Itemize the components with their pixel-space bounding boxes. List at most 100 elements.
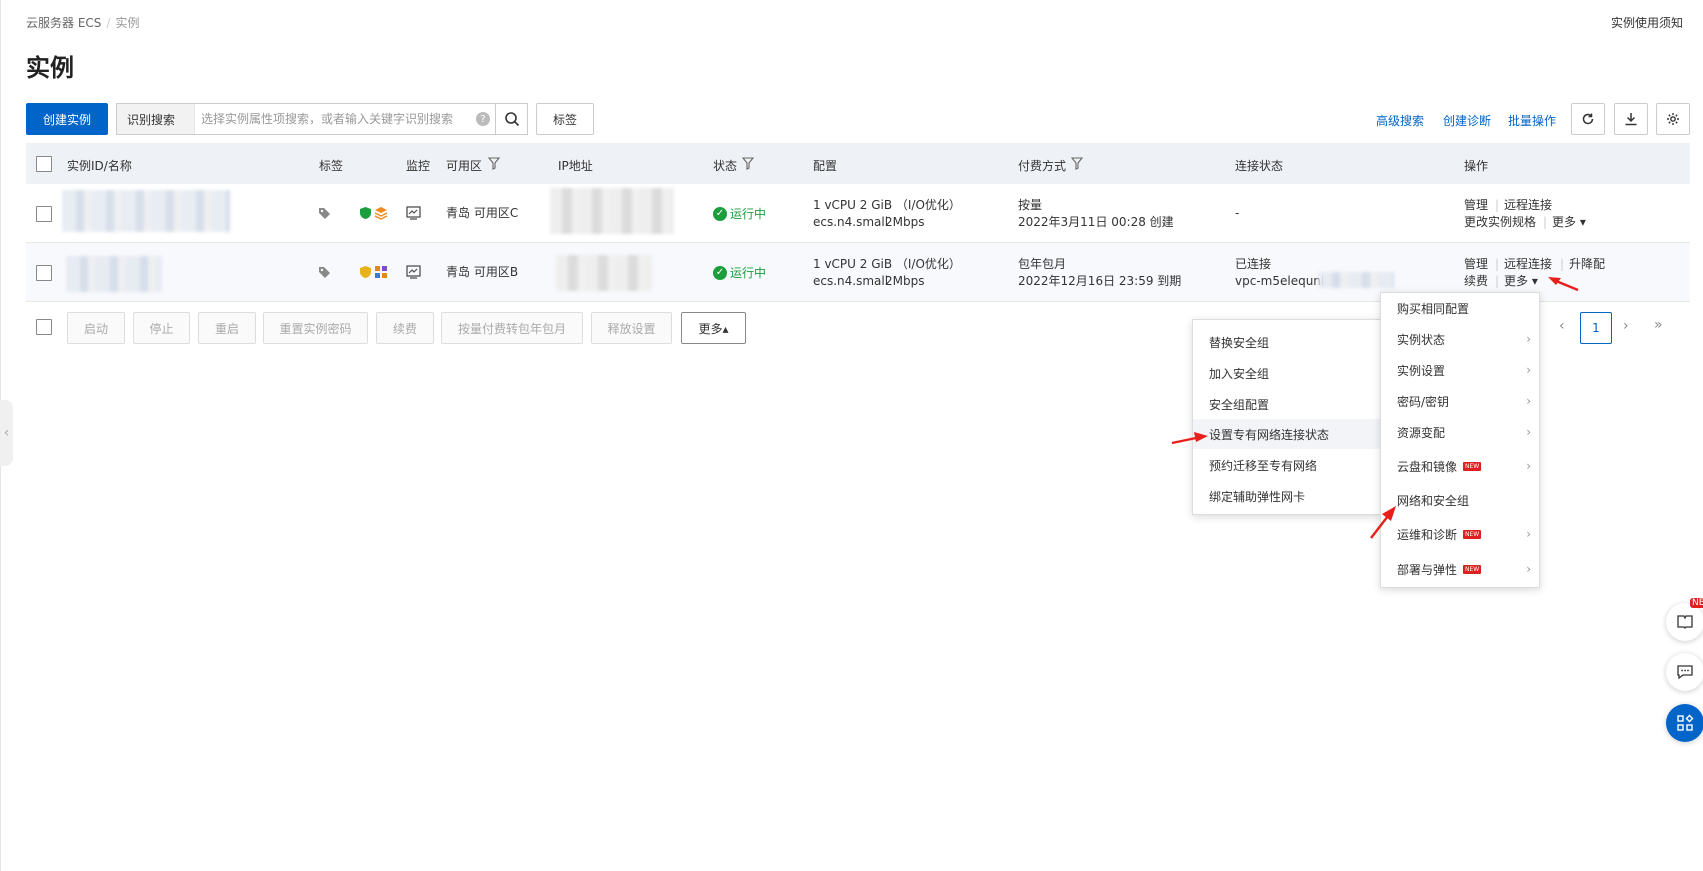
apps-float-button[interactable] [1666, 704, 1703, 742]
last-page-button[interactable]: » [1654, 317, 1663, 333]
billing-type: 包年包月 [1018, 257, 1067, 271]
instance-id-redacted[interactable] [62, 190, 230, 232]
gear-icon [1667, 113, 1679, 125]
billing-type: 按量 [1018, 198, 1043, 212]
caret-down-icon: ▾ [1579, 215, 1586, 229]
security-shield-icon[interactable] [359, 265, 372, 279]
zone-cell: 青岛 可用区C [446, 206, 519, 220]
renew-link[interactable]: 续费 [1464, 273, 1488, 290]
menu-item-bind-secondary-eni[interactable]: 绑定辅助弹性网卡 [1193, 481, 1381, 511]
status-badge: ✓ 运行中 [713, 205, 766, 222]
menu-item-label: 网络和安全组 [1397, 493, 1470, 508]
bulk-renew-button[interactable]: 续费 [376, 312, 434, 344]
instance-type-link[interactable]: ecs.n4.small [813, 214, 888, 231]
layers-icon[interactable] [374, 206, 388, 220]
batch-operations-link[interactable]: 批量操作 [1508, 112, 1556, 129]
status-filter-icon[interactable] [742, 157, 754, 170]
menu-item-set-vpc-connection-status[interactable]: 设置专有网络连接状态 [1193, 419, 1381, 449]
menu-item-replace-security-group[interactable]: 替换安全组 [1193, 327, 1381, 357]
bulk-more-button[interactable]: 更多▴ [681, 312, 746, 344]
vpc-id-redacted [1318, 272, 1394, 288]
instance-id-redacted[interactable] [66, 256, 162, 292]
docs-float-button[interactable] [1666, 603, 1703, 641]
search-button[interactable] [495, 104, 527, 134]
create-diagnosis-link[interactable]: 创建诊断 [1443, 112, 1491, 129]
instance-notice-link[interactable]: 实例使用须知 [1611, 14, 1683, 31]
search-help[interactable]: ? [471, 104, 495, 134]
feedback-float-button[interactable] [1666, 653, 1703, 691]
instance-type-link[interactable]: ecs.n4.small [813, 273, 888, 290]
sidebar-expand-handle[interactable]: ‹ [0, 400, 13, 466]
chevron-right-icon: › [1526, 562, 1531, 576]
remote-connect-link[interactable]: 远程连接 [1504, 197, 1552, 214]
bulk-stop-button[interactable]: 停止 [133, 312, 190, 344]
manage-link[interactable]: 管理 [1464, 197, 1488, 214]
monitor-icon[interactable] [406, 206, 421, 220]
more-label: 更多 [1552, 215, 1577, 229]
bulk-start-button[interactable]: 启动 [67, 312, 125, 344]
bulk-reset-password-button[interactable]: 重置实例密码 [263, 312, 368, 344]
download-icon [1625, 113, 1637, 126]
row-checkbox[interactable] [36, 265, 52, 281]
billing-date: 2022年3月11日 00:28 创建 [1018, 215, 1174, 229]
menu-item-join-security-group[interactable]: 加入安全组 [1193, 358, 1381, 388]
action-divider: | [1495, 257, 1500, 271]
create-instance-button[interactable]: 创建实例 [26, 103, 108, 135]
menu-item-security-group-config[interactable]: 安全组配置 [1193, 389, 1381, 419]
refresh-button[interactable] [1571, 103, 1605, 135]
menu-item-instance-settings[interactable]: 实例设置 › [1381, 355, 1539, 385]
menu-item-network-security-group[interactable]: 网络和安全组 [1381, 485, 1539, 515]
manage-link[interactable]: 管理 [1464, 256, 1488, 273]
change-spec-link[interactable]: 更改实例规格 [1464, 214, 1536, 231]
col-connection: 连接状态 [1235, 159, 1284, 173]
advanced-search-link[interactable]: 高级搜索 [1376, 112, 1424, 129]
menu-item-deploy-elastic[interactable]: 部署与弹性 NEW › [1381, 554, 1539, 584]
security-shield-icon[interactable] [359, 206, 372, 220]
menu-item-ops-diagnosis[interactable]: 运维和诊断 NEW › [1381, 519, 1539, 549]
chat-icon [1677, 665, 1693, 680]
menu-item-password-key[interactable]: 密码/密钥 › [1381, 386, 1539, 416]
remote-connect-link[interactable]: 远程连接 [1504, 256, 1552, 273]
bulk-release-settings-button[interactable]: 释放设置 [591, 312, 672, 344]
tag-icon[interactable] [318, 266, 331, 279]
bulk-convert-billing-button[interactable]: 按量付费转包年包月 [441, 312, 583, 344]
settings-button[interactable] [1656, 103, 1690, 135]
puzzle-icon[interactable] [374, 265, 388, 279]
ip-address-redacted [556, 255, 652, 291]
more-link[interactable]: 更多 ▾ [1504, 273, 1538, 290]
export-button[interactable] [1614, 103, 1648, 135]
monitor-icon[interactable] [406, 265, 421, 279]
search-input[interactable] [195, 104, 471, 134]
menu-item-resource-change[interactable]: 资源变配 › [1381, 417, 1539, 447]
breadcrumb-current: 实例 [115, 16, 140, 30]
menu-item-instance-status[interactable]: 实例状态 › [1381, 324, 1539, 354]
row-checkbox[interactable] [36, 206, 52, 222]
col-billing: 付费方式 [1018, 159, 1067, 173]
bulk-restart-button[interactable]: 重启 [198, 312, 256, 344]
upgrade-downgrade-link[interactable]: 升降配 [1569, 256, 1605, 273]
select-all-checkbox[interactable] [36, 156, 52, 172]
refresh-icon [1582, 113, 1594, 125]
search-mode-select[interactable]: 识别搜索 [117, 104, 195, 134]
more-link[interactable]: 更多 ▾ [1552, 214, 1586, 231]
status-badge: ✓ 运行中 [713, 264, 766, 281]
prev-page-button[interactable]: ‹ [1559, 318, 1565, 334]
help-icon: ? [476, 112, 490, 126]
vpc-link[interactable]: vpc-m5elequnl [1235, 273, 1324, 290]
tag-filter-button[interactable]: 标签 [536, 103, 594, 135]
menu-item-disk-image[interactable]: 云盘和镜像 NEW › [1381, 451, 1539, 481]
bandwidth: 2Mbps [885, 215, 925, 229]
menu-item-schedule-migrate-vpc[interactable]: 预约迁移至专有网络 [1193, 450, 1381, 480]
zone-filter-icon[interactable] [488, 157, 500, 170]
chevron-right-icon: › [1526, 332, 1531, 346]
new-badge: NE [1690, 598, 1703, 608]
tag-icon[interactable] [318, 207, 331, 220]
col-ip: IP地址 [558, 159, 593, 173]
breadcrumb-root[interactable]: 云服务器 ECS [26, 16, 101, 30]
page-1-button[interactable]: 1 [1580, 312, 1612, 344]
menu-item-buy-same-config[interactable]: 购买相同配置 [1381, 293, 1539, 323]
bulk-select-checkbox[interactable] [36, 319, 52, 335]
billing-filter-icon[interactable] [1071, 157, 1083, 170]
caret-down-icon: ▾ [1531, 274, 1538, 288]
next-page-button[interactable]: › [1623, 318, 1629, 334]
